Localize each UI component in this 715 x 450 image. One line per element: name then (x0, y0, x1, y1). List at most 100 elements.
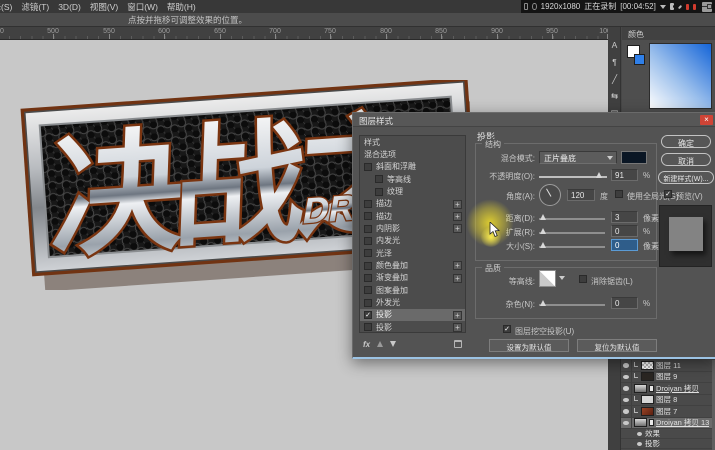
recorder-pen-icon[interactable] (678, 4, 682, 8)
opacity-slider-handle[interactable] (596, 172, 602, 178)
checkbox-icon[interactable] (375, 188, 383, 196)
plus-icon[interactable] (453, 274, 462, 283)
noise-slider[interactable] (539, 304, 605, 306)
ok-button[interactable]: 确定 (661, 135, 711, 148)
style-item-satin[interactable]: 光泽 (360, 247, 465, 259)
checkbox-icon[interactable] (364, 163, 372, 171)
noise-slider-handle[interactable] (540, 300, 546, 306)
fx-button[interactable]: fx (363, 340, 370, 349)
plus-icon[interactable] (453, 212, 462, 221)
dialog-title[interactable]: 图层样式 (353, 113, 715, 127)
style-item-blending-options[interactable]: 混合选项 (360, 148, 465, 160)
restore-icon[interactable] (707, 4, 712, 9)
style-item-contour[interactable]: 等高线 (360, 173, 465, 185)
checkbox-checked-icon[interactable] (364, 311, 372, 319)
plus-icon[interactable] (453, 311, 462, 320)
layer-name[interactable]: Droiyan 拷贝 (656, 383, 699, 394)
recorder-record-button[interactable] (686, 4, 689, 10)
visibility-toggle[interactable] (621, 372, 632, 383)
distance-slider-handle[interactable] (540, 214, 546, 220)
visibility-toggle[interactable] (621, 418, 632, 429)
move-up-icon[interactable] (377, 341, 383, 347)
delete-effect-icon[interactable] (454, 340, 462, 348)
layer-effect-row[interactable]: 投影 (621, 439, 715, 449)
layer-thumbnail[interactable] (641, 407, 654, 416)
layer-row[interactable]: 图层 11 (621, 360, 715, 372)
antialias-checkbox[interactable] (579, 275, 587, 283)
angle-value[interactable]: 120 (567, 189, 595, 201)
noise-value[interactable]: 0 (611, 297, 638, 309)
style-item-pattern-overlay[interactable]: 图案叠加 (360, 284, 465, 296)
layer-name[interactable]: 图层 9 (656, 371, 677, 382)
style-item-gradient-overlay[interactable]: 渐变叠加 (360, 272, 465, 284)
brush-panel-icon[interactable]: ╱ (608, 71, 621, 88)
checkbox-icon[interactable] (364, 200, 372, 208)
style-item-inner-shadow[interactable]: 内阴影 (360, 222, 465, 234)
menu-view[interactable]: 视图(V) (90, 1, 118, 13)
layer-effects-row[interactable]: 效果 (621, 429, 715, 439)
color-picker-field[interactable] (649, 43, 712, 109)
plus-icon[interactable] (453, 261, 462, 270)
plus-icon[interactable] (453, 200, 462, 209)
plus-icon[interactable] (453, 323, 462, 332)
menu-filter[interactable]: 滤镜(T) (21, 1, 49, 13)
checkbox-icon[interactable] (364, 237, 372, 245)
new-style-button[interactable]: 新建样式(W)... (658, 171, 714, 184)
visibility-toggle[interactable] (621, 383, 632, 394)
layer-thumbnail[interactable] (641, 395, 654, 404)
visibility-toggle[interactable] (621, 406, 632, 417)
recorder-dropdown-icon[interactable] (660, 5, 666, 9)
eye-icon[interactable] (637, 432, 642, 436)
cancel-button[interactable]: 取消 (661, 153, 711, 166)
paragraph-panel-icon[interactable]: ¶ (608, 54, 621, 71)
style-item-stroke-2[interactable]: 描边 (360, 210, 465, 222)
layer-thumbnail[interactable] (641, 372, 654, 381)
checkbox-icon[interactable] (364, 212, 372, 220)
spread-slider[interactable] (539, 232, 605, 234)
layer-thumbnail[interactable] (641, 361, 654, 370)
style-item-texture[interactable]: 纹理 (360, 185, 465, 197)
checkbox-icon[interactable] (364, 299, 372, 307)
layer-name[interactable]: Droiyan 拷贝 13 (656, 417, 709, 428)
global-light-checkbox[interactable] (615, 190, 623, 198)
layer-name[interactable]: 图层 7 (656, 406, 677, 417)
recorder-camera-icon[interactable] (670, 3, 674, 10)
visibility-toggle[interactable] (621, 360, 632, 371)
checkbox-icon[interactable] (364, 249, 372, 257)
recorder-stop-button[interactable] (693, 4, 696, 10)
move-down-icon[interactable] (390, 341, 396, 347)
layer-row[interactable]: 图层 8 (621, 395, 715, 407)
close-icon[interactable] (700, 115, 713, 125)
style-item-color-overlay[interactable]: 颜色叠加 (360, 259, 465, 271)
knockout-checkbox[interactable] (503, 325, 511, 333)
recorder-grid-icon[interactable] (524, 3, 528, 10)
contour-thumbnail[interactable] (539, 270, 556, 287)
style-item-drop-shadow-1[interactable]: 投影 (360, 309, 465, 321)
visibility-toggle[interactable] (621, 395, 632, 406)
layer-thumbnail[interactable] (634, 418, 647, 427)
menu-window[interactable]: 窗口(W) (127, 1, 158, 13)
effect-label[interactable]: 投影 (645, 438, 660, 449)
spread-value[interactable]: 0 (611, 225, 638, 237)
checkbox-icon[interactable] (364, 225, 372, 233)
color-panel-tab[interactable]: 颜色 (622, 27, 715, 40)
eye-icon[interactable] (637, 442, 642, 446)
style-item-drop-shadow-2[interactable]: 投影 (360, 321, 465, 333)
checkbox-icon[interactable] (364, 274, 372, 282)
checkbox-icon[interactable] (375, 175, 383, 183)
set-default-button[interactable]: 设置为默认值 (489, 339, 569, 352)
style-item-stroke-1[interactable]: 描边 (360, 198, 465, 210)
recorder-zoom-icon[interactable] (532, 3, 536, 10)
checkbox-icon[interactable] (364, 262, 372, 270)
menu-3d[interactable]: 3D(D) (58, 2, 81, 12)
opacity-value[interactable]: 91 (611, 169, 638, 181)
checkbox-icon[interactable] (364, 286, 372, 294)
tool-presets-icon[interactable]: ⇆ (608, 88, 621, 105)
distance-value[interactable]: 3 (611, 211, 638, 223)
layer-name[interactable]: 图层 8 (656, 394, 677, 405)
style-item-outer-glow[interactable]: 外发光 (360, 296, 465, 308)
layer-name[interactable]: 图层 11 (656, 360, 681, 371)
shadow-color-swatch[interactable] (621, 151, 647, 164)
style-item-inner-glow[interactable]: 内发光 (360, 235, 465, 247)
layer-row[interactable]: 图层 7 (621, 406, 715, 418)
